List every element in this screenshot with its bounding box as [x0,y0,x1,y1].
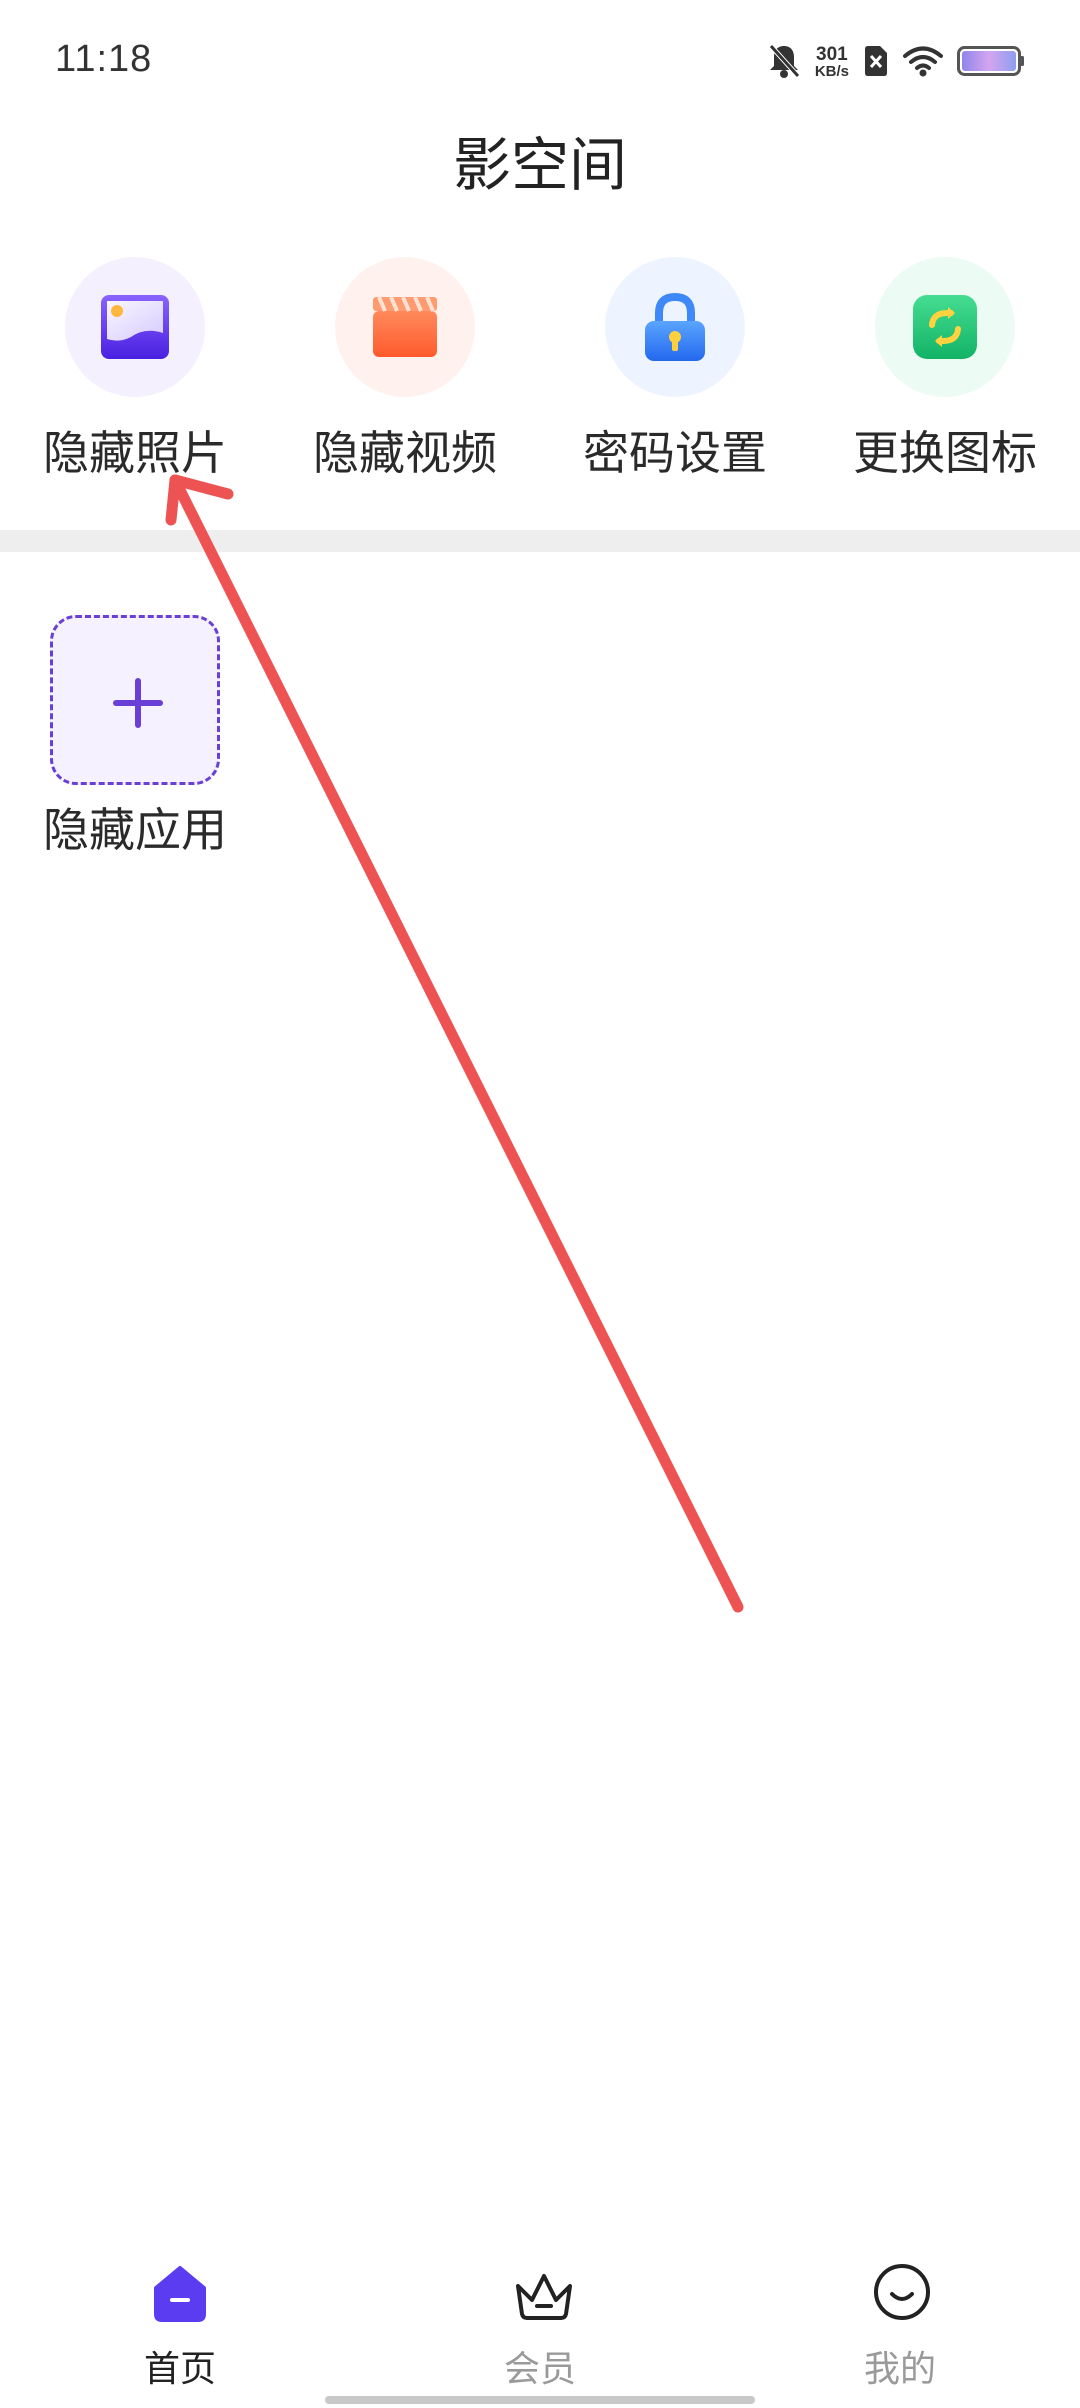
feature-label: 隐藏照片 [43,426,227,480]
feature-icon-bubble [335,257,475,397]
feature-icon-bubble [875,257,1015,397]
feature-label: 密码设置 [583,426,767,480]
add-hidden-app-label: 隐藏应用 [43,803,227,857]
feature-icon-bubble [65,257,205,397]
nav-tab-member[interactable]: 会员 [360,2260,720,2400]
sim-off-icon [863,45,889,81]
feature-label: 更换图标 [853,426,1037,480]
section-divider [0,530,1080,552]
net-speed-unit: KB/s [814,63,849,80]
page-title: 影空间 [452,131,627,199]
net-speed: 301 KB/s [814,44,849,80]
net-speed-value: 301 [816,44,848,65]
feature-grid: 隐藏照片 隐藏视频 密码设置 更换图标 [0,255,1080,485]
status-icons: 301 KB/s [767,40,1025,86]
nav-label: 我的 [863,2349,936,2390]
status-bar: 11:18 301 KB/s [0,0,1080,125]
status-time: 11:18 [55,38,153,80]
add-hidden-app-button[interactable] [50,615,220,785]
nav-label: 首页 [143,2349,216,2390]
feature-icon-bubble [605,257,745,397]
feature-change-icon[interactable]: 更换图标 [810,255,1080,485]
feature-label: 隐藏视频 [313,426,497,480]
feature-hide-videos[interactable]: 隐藏视频 [270,255,540,485]
wifi-icon [903,45,943,81]
feature-password-settings[interactable]: 密码设置 [540,255,810,485]
bottom-nav: 首页 会员 我的 [0,2260,1080,2408]
home-indicator[interactable] [325,2396,755,2404]
feature-hide-photos[interactable]: 隐藏照片 [0,255,270,485]
nav-tab-home[interactable]: 首页 [0,2260,360,2400]
battery-icon [957,46,1025,80]
nav-tab-mine[interactable]: 我的 [720,2260,1080,2400]
nav-label: 会员 [503,2349,576,2390]
bell-muted-icon [767,42,801,84]
